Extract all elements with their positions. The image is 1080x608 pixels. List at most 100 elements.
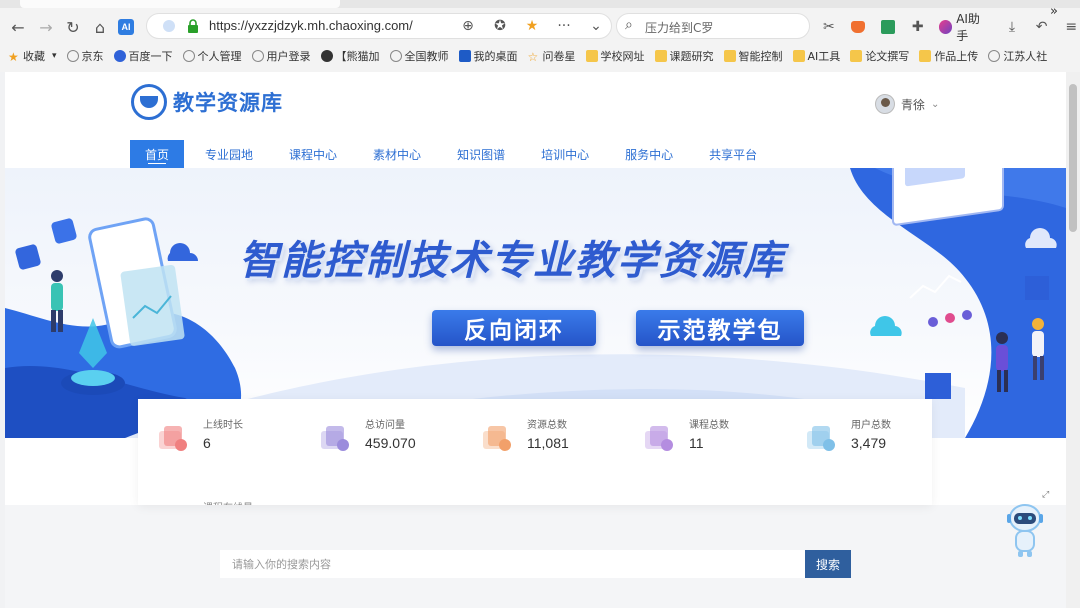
baidu-icon [113, 50, 126, 62]
bookmark-label: 智能控制 [738, 50, 783, 63]
banner-pill-closed-loop[interactable]: 反向闭环 [432, 310, 596, 346]
nav-item[interactable]: 首页 [130, 140, 185, 168]
bookmark-item[interactable]: 【熊猫加 [320, 48, 380, 64]
bookmark-item[interactable]: ★ 收藏 ▾ [8, 48, 57, 64]
bookmark-label: 论文撰写 [865, 50, 910, 63]
star-outline-icon: ☆ [527, 50, 539, 64]
menu-icon[interactable]: ≡ [1062, 18, 1080, 36]
nav-item[interactable]: 课程中心 [274, 140, 352, 168]
search-icon: ⌕ [625, 17, 633, 33]
bookmark-item[interactable]: 智能控制 [723, 48, 783, 64]
nav-item[interactable]: 专业园地 [190, 140, 268, 168]
duration-icon [159, 426, 187, 451]
bookmark-star-icon[interactable]: ★ [523, 18, 541, 34]
scissors-icon[interactable]: ✂ [820, 18, 838, 36]
bookmark-item[interactable]: 百度一下 [113, 48, 173, 64]
folder-icon [919, 50, 932, 62]
banner-pill-demo-package[interactable]: 示范教学包 [636, 310, 804, 346]
bookmark-item[interactable]: AI工具 [792, 48, 841, 64]
reload-icon[interactable]: ↻ [63, 17, 83, 37]
visits-icon [321, 426, 349, 451]
site-logo[interactable]: 教学资源库 [131, 84, 283, 120]
download-icon[interactable]: ⤓ [1003, 18, 1021, 36]
folder-icon [792, 50, 805, 62]
nav-item[interactable]: 素材中心 [358, 140, 436, 168]
app-icon [458, 50, 471, 62]
globe-icon [66, 50, 79, 62]
bookmark-item[interactable]: 个人管理 [182, 48, 242, 64]
site-search-input[interactable]: 请输入你的搜索内容 [220, 550, 805, 578]
avatar [875, 94, 895, 114]
chevron-down-icon: ⌄ [931, 98, 940, 110]
puzzle-icon[interactable]: ✚ [909, 18, 927, 36]
bookmark-item[interactable]: 学校网址 [585, 48, 645, 64]
address-bar[interactable]: https://yxzzjdzyk.mh.chaoxing.com/ ⊕ ✪ ★… [146, 13, 612, 39]
bookmark-item[interactable]: 全国教师 [389, 48, 449, 64]
panda-icon [320, 50, 333, 62]
forward-icon[interactable]: → [36, 17, 56, 37]
bookmark-label: 个人管理 [197, 50, 242, 63]
bookmark-item[interactable]: 作品上传 [919, 48, 978, 64]
stat-label: 上线时长 [203, 420, 243, 431]
folder-icon [585, 50, 598, 62]
bookmark-label: 百度一下 [128, 50, 173, 63]
site-search-button[interactable]: 搜索 [805, 550, 851, 578]
user-menu[interactable]: 青徐 ⌄ [875, 94, 939, 114]
undo-icon[interactable]: ↶ [1033, 18, 1051, 36]
back-icon[interactable]: ← [8, 17, 28, 37]
bookmark-item[interactable]: 我的桌面 [458, 48, 518, 64]
bookmarks-more-button[interactable]: » [1050, 4, 1058, 19]
ai-app-icon[interactable]: AI [116, 17, 136, 37]
stat-label: 总访问量 [365, 420, 405, 431]
stats-card: 课程在线量 上线时长 6 总访问量 459.070 资源总数 11,081 课程总数 11 用户… [138, 399, 932, 505]
bookmark-item[interactable]: 课题研究 [654, 48, 714, 64]
folder-icon [850, 50, 863, 62]
ai-helper-button[interactable]: AI助手 [938, 10, 992, 44]
home-icon[interactable]: ⌂ [90, 17, 110, 37]
folder-icon [723, 50, 736, 62]
stat-value: 11,081 [527, 435, 569, 451]
nav-item[interactable]: 共享平台 [694, 140, 772, 168]
bookmark-label: AI工具 [807, 50, 841, 63]
bookmark-item[interactable]: 用户登录 [251, 48, 311, 64]
stat-item: 用户总数 3,479 [786, 413, 946, 473]
page-scrollbar[interactable] [1066, 72, 1080, 608]
stat-item: 总访问量 459.070 [300, 413, 460, 473]
assistant-robot-icon[interactable] [1005, 502, 1045, 558]
bookmark-label: 用户登录 [266, 50, 311, 63]
fox-extension-icon[interactable] [850, 18, 868, 36]
word-extension-icon[interactable] [879, 18, 897, 36]
site-favicon-icon [163, 20, 175, 32]
banner-illustration [5, 168, 1066, 438]
globe-icon [182, 50, 195, 62]
nav-item[interactable]: 知识图谱 [442, 140, 520, 168]
browser-chrome: ← → ↻ ⌂ AI https://yxzzjdzyk.mh.chaoxing… [0, 0, 1080, 72]
ai-helper-icon [938, 20, 953, 34]
stat-value: 11 [689, 435, 704, 451]
main-nav: 首页 专业园地 课程中心 素材中心 知识图谱 培训中心 服务中心 共享平台 [130, 140, 778, 168]
stat-label: 课程总数 [689, 420, 729, 431]
bookmark-label: 京东 [81, 50, 104, 63]
stat-item: 上线时长 6 [138, 413, 298, 473]
extension-pin-icon[interactable]: ✪ [491, 18, 509, 34]
bookmark-item[interactable]: 江苏人社 [988, 48, 1047, 64]
resources-icon [483, 426, 511, 451]
scrollbar-thumb[interactable] [1069, 84, 1077, 232]
bookmark-item[interactable]: 论文撰写 [850, 48, 909, 64]
expand-icon[interactable]: ⤢ [1042, 490, 1049, 500]
browser-search-box[interactable]: ⌕ 压力给到C罗 [616, 13, 810, 39]
nav-item[interactable]: 培训中心 [526, 140, 604, 168]
lock-icon [188, 19, 198, 33]
active-tab[interactable] [20, 0, 340, 8]
zoom-icon[interactable]: ⊕ [459, 18, 477, 34]
star-icon: ★ [8, 50, 19, 64]
bookmark-item[interactable]: 京东 [66, 48, 104, 64]
chevron-down-icon[interactable]: ⌄ [587, 18, 605, 34]
stat-value: 3,479 [851, 435, 887, 451]
more-dots-icon[interactable]: ··· [555, 18, 573, 34]
browser-toolbar: ← → ↻ ⌂ AI https://yxzzjdzyk.mh.chaoxing… [0, 8, 1080, 44]
bookmark-item[interactable]: ☆ 问卷星 [528, 48, 576, 64]
web-page: 教学资源库 青徐 ⌄ 首页 专业园地 课程中心 素材中心 知识图谱 培训中心 服务中心 共享平… [5, 72, 1066, 608]
nav-item[interactable]: 服务中心 [610, 140, 688, 168]
search-suggestion: 压力给到C罗 [645, 21, 714, 35]
